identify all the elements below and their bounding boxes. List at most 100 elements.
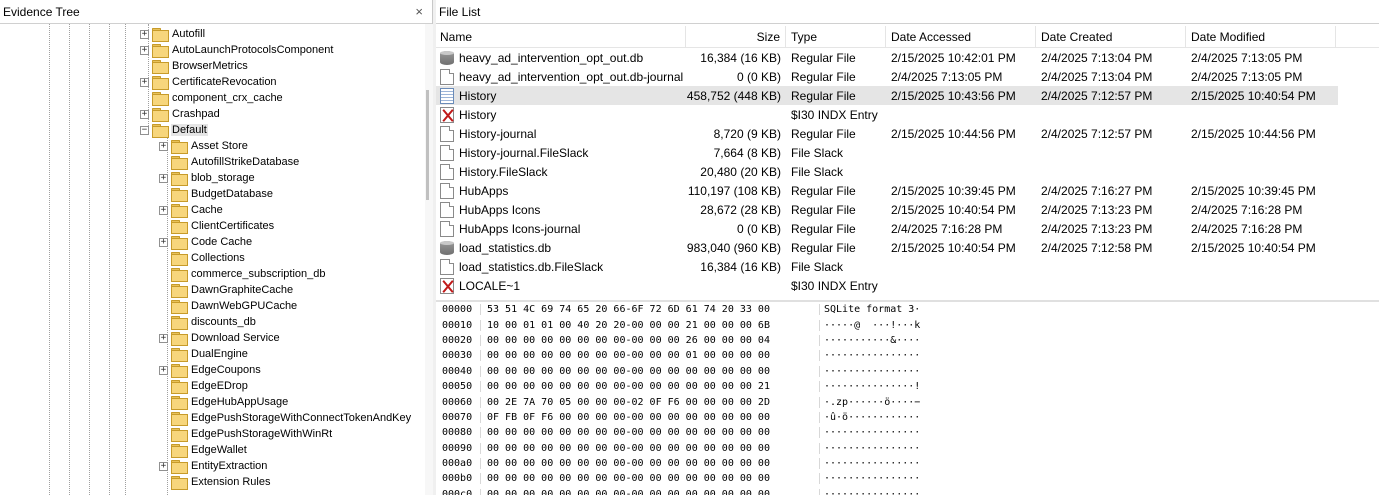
tree-item[interactable]: − Default bbox=[140, 122, 208, 138]
column-size[interactable]: Size bbox=[686, 26, 786, 48]
tree-item[interactable]: EdgeHubAppUsage bbox=[159, 394, 289, 410]
tree-item[interactable]: component_crx_cache bbox=[140, 90, 284, 106]
file-row[interactable]: History-journal.FileSlack 7,664 (8 KB) Fil… bbox=[436, 143, 1338, 162]
hex-ascii: ················ bbox=[824, 365, 921, 377]
column-date-accessed[interactable]: Date Accessed bbox=[886, 26, 1036, 48]
collapse-icon[interactable]: − bbox=[140, 125, 149, 135]
tree-item[interactable]: + Cache bbox=[159, 202, 224, 218]
tree-item[interactable]: EdgeEDrop bbox=[159, 378, 249, 394]
hex-viewer[interactable]: 00000 53 51 4C 69 74 65 20 66-6F 72 6D 61… bbox=[436, 300, 1379, 495]
tree-item[interactable]: EdgeWallet bbox=[159, 442, 248, 458]
tree-item[interactable]: ClientCertificates bbox=[159, 218, 275, 234]
file-row[interactable]: History-journal 8,720 (9 KB) Regular File 2… bbox=[436, 124, 1338, 143]
expand-icon[interactable]: + bbox=[159, 333, 168, 343]
column-date-modified[interactable]: Date Modified bbox=[1186, 26, 1336, 48]
tree-item[interactable]: discounts_db bbox=[159, 314, 257, 330]
file-type: $I30 INDX Entry bbox=[791, 278, 878, 293]
file-name-cell: load_statistics.db.FileSlack bbox=[436, 258, 686, 275]
file-name-cell: History bbox=[436, 106, 686, 123]
tree-item[interactable]: + Code Cache bbox=[159, 234, 253, 250]
expand-icon[interactable]: + bbox=[140, 29, 149, 39]
expand-icon[interactable]: + bbox=[159, 141, 168, 151]
tree-item[interactable]: Collections bbox=[159, 250, 246, 266]
tree-item[interactable]: commerce_subscription_db bbox=[159, 266, 327, 282]
column-date-created[interactable]: Date Created bbox=[1036, 26, 1186, 48]
tree-item[interactable]: DualEngine bbox=[159, 346, 249, 362]
file-date-modified: 2/4/2025 7:13:05 PM bbox=[1191, 69, 1303, 84]
tree-item-label: Download Service bbox=[191, 332, 280, 344]
file-row[interactable]: load_statistics.db 983,040 (960 KB) Regula… bbox=[436, 238, 1338, 257]
tree-item[interactable]: DawnWebGPUCache bbox=[159, 298, 298, 314]
expand-icon[interactable]: + bbox=[159, 365, 168, 375]
tree-item[interactable]: BrowserMetrics bbox=[140, 58, 249, 74]
expand-icon[interactable]: + bbox=[140, 77, 149, 87]
file-row[interactable]: LOCALE~1 $I30 INDX Entry bbox=[436, 276, 1338, 295]
file-row[interactable]: heavy_ad_intervention_opt_out.db-journal… bbox=[436, 67, 1338, 86]
expand-icon[interactable]: + bbox=[140, 45, 149, 55]
document-icon bbox=[440, 182, 454, 199]
tree-item[interactable]: EdgePushStorageWithConnectTokenAndKey bbox=[159, 410, 412, 426]
file-row[interactable]: HubApps Icons 28,672 (28 KB) Regular File 2… bbox=[436, 200, 1338, 219]
tree-item[interactable]: Extension Rules bbox=[159, 474, 272, 490]
hex-bytes: 0F FB 0F F6 00 00 00 00-00 00 00 00 00 0… bbox=[480, 411, 820, 423]
tree-item[interactable]: + blob_storage bbox=[159, 170, 256, 186]
hex-ascii: ················ bbox=[824, 427, 921, 439]
hex-offset: 00040 bbox=[442, 365, 473, 377]
column-type[interactable]: Type bbox=[786, 26, 886, 48]
hex-offset: 00080 bbox=[442, 427, 473, 439]
close-icon[interactable]: × bbox=[415, 5, 423, 19]
tree-scrollbar-thumb[interactable] bbox=[426, 90, 429, 200]
hex-ascii: ·û·ö············ bbox=[824, 411, 921, 423]
folder-icon bbox=[152, 76, 169, 90]
file-row[interactable]: HubApps 110,197 (108 KB) Regular File 2/15/… bbox=[436, 181, 1338, 200]
tree-item[interactable]: AutofillStrikeDatabase bbox=[159, 154, 300, 170]
file-date-accessed: 2/15/2025 10:42:01 PM bbox=[891, 50, 1016, 65]
hex-row: 00080 00 00 00 00 00 00 00 00-00 00 00 00… bbox=[436, 425, 1379, 440]
column-name[interactable]: Name bbox=[436, 26, 686, 48]
file-date-modified: 2/4/2025 7:16:28 PM bbox=[1191, 221, 1303, 236]
tree-item[interactable]: + EdgeCoupons bbox=[159, 362, 262, 378]
tree-scrollbar[interactable] bbox=[425, 24, 433, 495]
file-row[interactable]: History $I30 INDX Entry bbox=[436, 105, 1338, 124]
tree-item-label: Collections bbox=[191, 252, 245, 264]
file-name: HubApps Icons bbox=[459, 202, 541, 217]
file-type: Regular File bbox=[791, 69, 856, 84]
file-type: Regular File bbox=[791, 50, 856, 65]
tree-item-label: ClientCertificates bbox=[191, 220, 275, 232]
file-row[interactable]: heavy_ad_intervention_opt_out.db 16,384 (… bbox=[436, 48, 1338, 67]
tree-item[interactable]: DawnGraphiteCache bbox=[159, 282, 294, 298]
tree-item[interactable]: + Autofill bbox=[140, 26, 206, 42]
hex-offset: 00020 bbox=[442, 334, 473, 346]
evidence-tree[interactable]: + Autofill + AutoLaunchProtocolsComponent Br… bbox=[0, 24, 425, 495]
tree-item[interactable]: + CertificateRevocation bbox=[140, 74, 278, 90]
expand-icon[interactable]: + bbox=[159, 205, 168, 215]
file-row[interactable]: History 458,752 (448 KB) Regular File 2/15/… bbox=[436, 86, 1338, 105]
tree-item[interactable]: + Crashpad bbox=[140, 106, 221, 122]
tree-item[interactable]: BudgetDatabase bbox=[159, 186, 274, 202]
tree-item-label: EdgeEDrop bbox=[191, 380, 248, 392]
expand-icon[interactable]: + bbox=[159, 461, 168, 471]
file-size: 110,197 (108 KB) bbox=[687, 183, 781, 198]
hex-row: 00030 00 00 00 00 00 00 00 00-00 00 00 01… bbox=[436, 348, 1379, 363]
tree-item-label: component_crx_cache bbox=[172, 92, 283, 104]
tree-item[interactable]: + EntityExtraction bbox=[159, 458, 268, 474]
expand-icon[interactable]: + bbox=[159, 173, 168, 183]
file-name-cell: HubApps Icons-journal bbox=[436, 220, 686, 237]
expand-icon[interactable]: + bbox=[140, 109, 149, 119]
hex-bytes: 00 00 00 00 00 00 00 00-00 00 00 00 00 0… bbox=[480, 427, 820, 439]
file-row[interactable]: load_statistics.db.FileSlack 16,384 (16 K… bbox=[436, 257, 1338, 276]
hex-offset: 00030 bbox=[442, 350, 473, 362]
file-row[interactable]: History.FileSlack 20,480 (20 KB) File Slac… bbox=[436, 162, 1338, 181]
folder-icon bbox=[171, 476, 188, 490]
folder-icon bbox=[171, 364, 188, 378]
tree-item[interactable]: + Asset Store bbox=[159, 138, 249, 154]
expand-icon[interactable]: + bbox=[159, 237, 168, 247]
hex-ascii: ················ bbox=[824, 488, 921, 495]
tree-item[interactable]: + AutoLaunchProtocolsComponent bbox=[140, 42, 334, 58]
hex-ascii: SQLite format 3· bbox=[824, 304, 921, 316]
file-row[interactable]: HubApps Icons-journal 0 (0 KB) Regular Fil… bbox=[436, 219, 1338, 238]
tree-item[interactable]: EdgePushStorageWithWinRt bbox=[159, 426, 333, 442]
tree-item[interactable]: + Download Service bbox=[159, 330, 281, 346]
